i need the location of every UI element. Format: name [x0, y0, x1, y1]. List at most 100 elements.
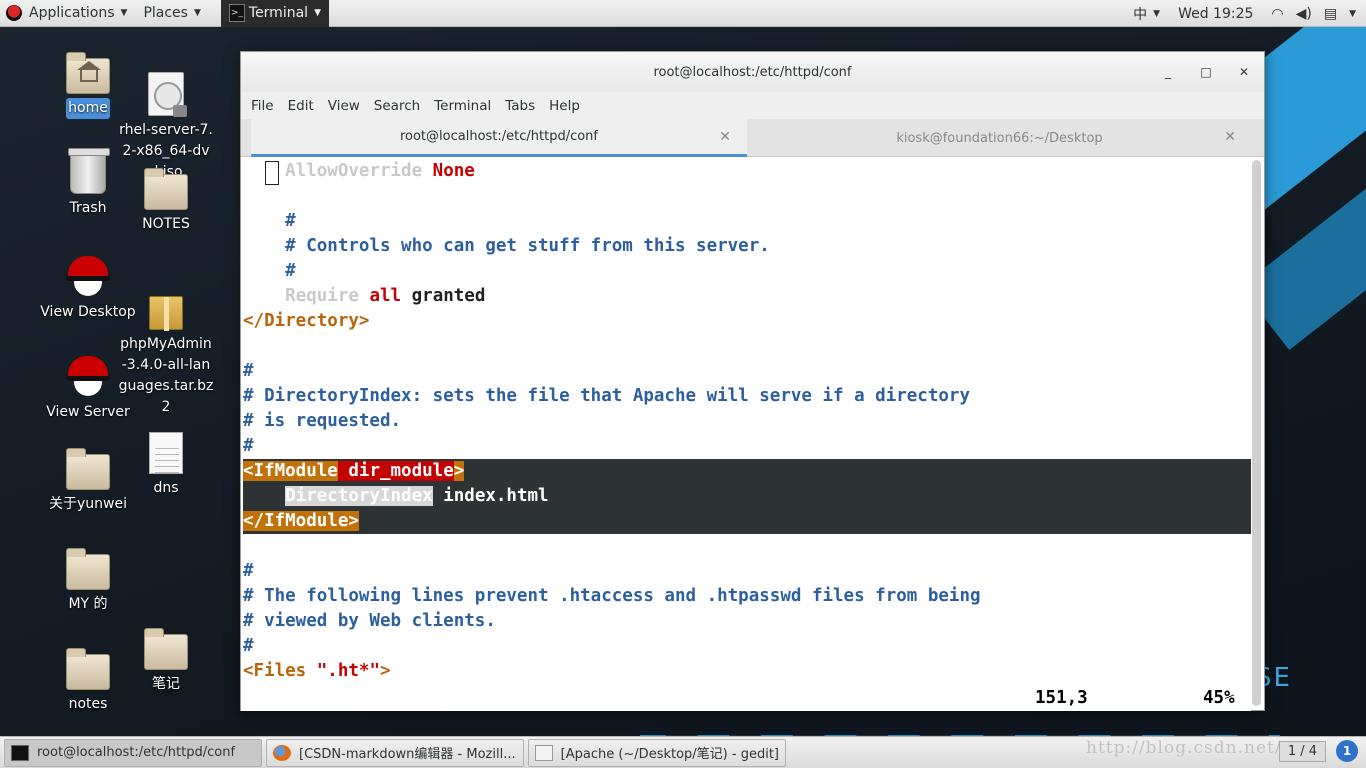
redhat-icon	[66, 254, 110, 298]
taskbar-item-label: [CSDN-markdown编辑器 - Mozill...	[299, 747, 516, 762]
text-editor-icon	[535, 744, 553, 761]
scrollbar[interactable]	[1252, 160, 1261, 706]
desktop-icon-view-server[interactable]: View Server	[38, 354, 138, 423]
chevron-down-icon: ▼	[314, 8, 321, 18]
terminal-app-label: Terminal	[248, 5, 309, 21]
menu-search[interactable]: Search	[367, 98, 427, 114]
code-line: # Controls who can get stuff from this s…	[243, 236, 770, 256]
menu-help[interactable]: Help	[542, 98, 587, 114]
places-menu[interactable]: Places ▼	[135, 0, 208, 27]
menu-edit[interactable]: Edit	[281, 98, 321, 114]
applications-label: Applications	[29, 5, 115, 21]
text-file-icon	[149, 432, 183, 474]
menu-file[interactable]: File	[244, 98, 281, 114]
chevron-down-icon[interactable]: ▼	[1343, 9, 1366, 19]
window-title-bar[interactable]: root@localhost:/etc/httpd/conf _ □ ✕	[241, 52, 1264, 92]
top-panel: Applications ▼ Places ▼ >_ Terminal ▼ 中 …	[0, 0, 1366, 27]
terminal-icon: >_	[228, 4, 245, 22]
desktop-icon-label: home	[66, 98, 110, 119]
menu-tabs[interactable]: Tabs	[498, 98, 542, 114]
desktop-icon-label: notes	[68, 696, 108, 712]
applications-menu[interactable]: Applications ▼	[0, 0, 135, 27]
home-folder-icon	[66, 52, 110, 94]
trash-icon	[68, 148, 110, 194]
volume-icon[interactable]: ◀)	[1290, 6, 1318, 22]
code-line: </Directory>	[243, 311, 370, 331]
tab-bar: root@localhost:/etc/httpd/conf ✕ kiosk@f…	[241, 119, 1264, 157]
desktop-icon-my[interactable]: MY 的	[38, 548, 138, 615]
code-line: # The following lines prevent .htaccess …	[243, 586, 981, 606]
desktop-icon-label: NOTES	[142, 216, 190, 232]
code-line: #	[243, 361, 254, 381]
minimize-button[interactable]: _	[1158, 62, 1178, 82]
chevron-down-icon: ▼	[193, 8, 201, 18]
desktop-icon-label: View Server	[46, 404, 130, 420]
terminal-icon	[11, 744, 29, 761]
code-line: Require all granted	[285, 286, 486, 306]
clipboard-icon[interactable]: ▤	[1318, 6, 1343, 22]
tab-root-localhost[interactable]: root@localhost:/etc/httpd/conf ✕	[251, 119, 747, 157]
code-line: <IfModule dir_module>	[243, 461, 465, 481]
code-line: #	[243, 561, 254, 581]
desktop-icon-label: dns	[153, 480, 179, 496]
code-line: </IfModule>	[243, 511, 359, 531]
taskbar-item-gedit[interactable]: [Apache (~/Desktop/笔记) - gedit]	[528, 738, 786, 767]
vim-status-line: 151,3 45%	[241, 686, 1251, 711]
code-line: #	[243, 211, 296, 231]
terminal-text-area[interactable]: AllowOverride None # # Controls who can …	[241, 158, 1251, 711]
desktop-icon-label: Trash	[69, 200, 107, 216]
package-icon	[149, 296, 183, 331]
folder-icon	[144, 168, 188, 210]
clock[interactable]: Wed 19:25	[1166, 6, 1265, 22]
folder-icon	[66, 448, 110, 490]
folder-icon	[66, 548, 110, 590]
redhat-icon	[66, 354, 110, 398]
window-title: root@localhost:/etc/httpd/conf	[653, 64, 852, 80]
firefox-icon	[273, 744, 291, 761]
chevron-down-icon: ▼	[120, 8, 128, 18]
menu-terminal[interactable]: Terminal	[427, 98, 498, 114]
code-line: <Files ".ht*">	[243, 661, 391, 681]
desktop-icon-yunwei[interactable]: 关于yunwei	[38, 448, 138, 515]
code-line: # is requested.	[243, 411, 402, 431]
disc-image-icon	[148, 72, 187, 117]
code-line: #	[243, 261, 296, 281]
taskbar-item-terminal[interactable]: root@localhost:/etc/httpd/conf	[4, 738, 262, 767]
folder-icon	[144, 628, 188, 670]
code-line: #	[243, 436, 254, 456]
tab-kiosk-desktop[interactable]: kiosk@foundation66:~/Desktop ✕	[747, 119, 1252, 157]
menu-bar: File Edit View Search Terminal Tabs Help	[241, 92, 1264, 119]
code-line: # viewed by Web clients.	[243, 611, 496, 631]
input-method-indicator[interactable]: 中	[1127, 4, 1153, 24]
desktop-icon-label: 笔记	[152, 676, 180, 692]
taskbar-item-firefox[interactable]: [CSDN-markdown编辑器 - Mozill...	[266, 738, 524, 767]
desktop-icon-notes-lower[interactable]: notes	[38, 648, 138, 715]
tab-label: kiosk@foundation66:~/Desktop	[896, 130, 1103, 146]
close-button[interactable]: ✕	[1234, 62, 1254, 82]
desktop-icon-label: MY 的	[68, 596, 108, 612]
desktop-icon-notes-upper[interactable]: NOTES	[116, 168, 216, 235]
code-line: DirectoryIndex index.html	[285, 486, 549, 506]
wifi-icon[interactable]: ◠	[1265, 6, 1289, 22]
workspace-switcher[interactable]: 1 / 4	[1278, 741, 1326, 762]
terminal-app-menu[interactable]: >_ Terminal ▼	[220, 0, 329, 27]
desktop-icon-label: 关于yunwei	[49, 496, 127, 512]
scroll-percent: 45%	[1203, 688, 1235, 708]
close-icon[interactable]: ✕	[719, 129, 731, 145]
system-tray: 中 ▼ Wed 19:25 ◠ ◀) ▤ ▼	[1127, 0, 1366, 27]
redhat-logo-icon	[6, 5, 22, 21]
folder-icon	[66, 648, 110, 690]
cursor-position: 151,3	[1035, 688, 1088, 708]
code-line: AllowOverride None	[285, 161, 475, 181]
menu-view[interactable]: View	[321, 98, 367, 114]
tab-label: root@localhost:/etc/httpd/conf	[399, 129, 599, 144]
chevron-down-icon[interactable]: ▼	[1153, 9, 1166, 19]
taskbar-item-label: [Apache (~/Desktop/笔记) - gedit]	[560, 747, 779, 762]
code-line: # DirectoryIndex: sets the file that Apa…	[243, 386, 970, 406]
close-icon[interactable]: ✕	[1224, 129, 1236, 145]
maximize-button[interactable]: □	[1196, 62, 1216, 82]
watermark: http://blog.csdn.net/	[1086, 738, 1282, 758]
notification-icon[interactable]: 1	[1336, 740, 1358, 762]
taskbar-item-label: root@localhost:/etc/httpd/conf	[37, 745, 236, 760]
code-line: #	[243, 636, 254, 656]
